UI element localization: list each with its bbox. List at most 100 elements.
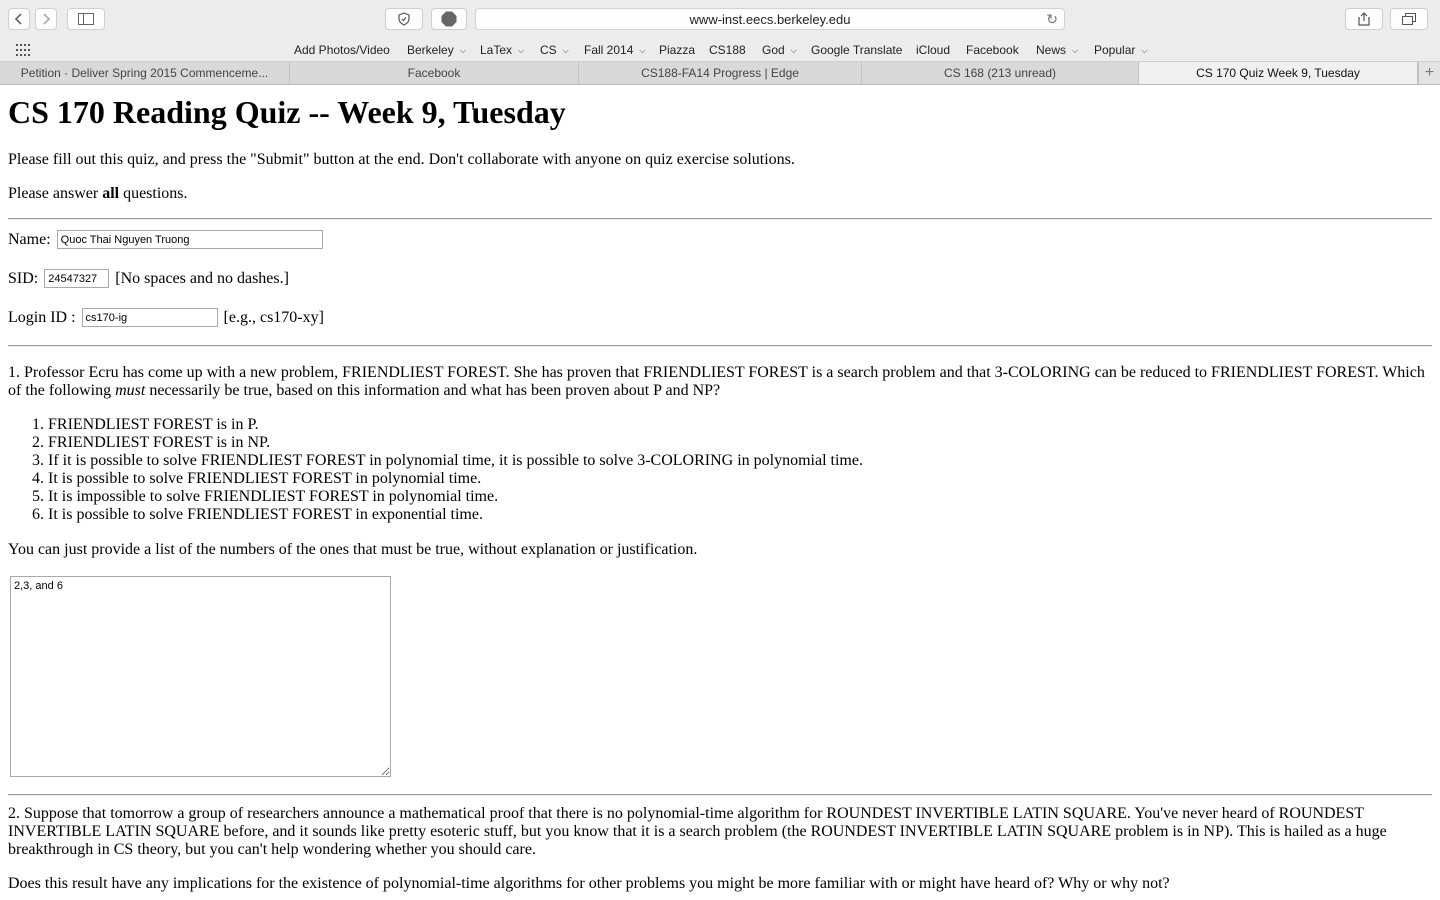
login-row: Login ID : [e.g., cs170-xy] — [8, 308, 324, 327]
browser-toolbar: www-inst.eecs.berkeley.edu ↻ — [0, 0, 1440, 38]
chevron-right-icon — [43, 13, 51, 25]
login-hint: [e.g., cs170-xy] — [223, 308, 324, 326]
tab-bar: Petition · Deliver Spring 2015 Commencem… — [0, 62, 1440, 85]
sid-hint: [No spaces and no dashes.] — [115, 269, 289, 287]
q1-emphasis: must — [115, 382, 146, 399]
back-button[interactable] — [8, 8, 30, 30]
login-label: Login ID : — [8, 308, 76, 326]
bookmark-cs188[interactable]: CS188 — [709, 43, 746, 57]
intro-text: Please fill out this quiz, and press the… — [8, 151, 795, 168]
bookmark-label: Berkeley — [407, 43, 454, 57]
tab-cs168-piazza[interactable]: CS 168 (213 unread) — [862, 62, 1139, 84]
chevron-down-icon: ⌵ — [459, 46, 466, 55]
chevron-down-icon: ⌵ — [1141, 46, 1148, 55]
bookmark-label: CS188 — [709, 43, 746, 57]
url-text: www-inst.eecs.berkeley.edu — [689, 11, 851, 27]
q1-post: necessarily be true, based on this infor… — [145, 382, 721, 399]
list-item: It is possible to solve FRIENDLIEST FORE… — [48, 470, 863, 488]
list-item: It is impossible to solve FRIENDLIEST FO… — [48, 488, 863, 506]
bookmark-label: Piazza — [659, 43, 696, 57]
bookmark-popular[interactable]: Popular ⌵ — [1094, 43, 1147, 57]
bookmarks-bar: Add Photos/Video Berkeley ⌵ LaTex ⌵ CS ⌵ Fa… — [0, 38, 1440, 62]
forward-button[interactable] — [35, 8, 57, 30]
chevron-down-icon: ⌵ — [790, 46, 797, 55]
name-label: Name: — [8, 230, 51, 248]
chevron-down-icon: ⌵ — [562, 46, 569, 55]
question-1-options: FRIENDLIEST FOREST is in P. FRIENDLIEST … — [8, 416, 863, 524]
bookmark-berkeley[interactable]: Berkeley ⌵ — [407, 43, 466, 57]
top-sites-grid-icon[interactable] — [16, 44, 30, 56]
bookmark-label: iCloud — [916, 43, 951, 57]
chevron-down-icon: ⌵ — [1072, 46, 1079, 55]
bookmark-fall-2014[interactable]: Fall 2014 ⌵ — [584, 43, 645, 57]
adblock-icon — [441, 11, 457, 27]
bookmark-latex[interactable]: LaTex ⌵ — [480, 43, 524, 57]
question-1-note: You can just provide a list of the numbe… — [8, 541, 698, 558]
tab-cs170-quiz[interactable]: CS 170 Quiz Week 9, Tuesday — [1139, 62, 1418, 84]
privacy-button[interactable] — [385, 8, 423, 30]
plus-icon: + — [1424, 64, 1435, 81]
tab-label: CS 170 Quiz Week 9, Tuesday — [1196, 66, 1360, 80]
question-2-followup: Does this result have any implications f… — [8, 875, 1170, 892]
chevron-down-icon: ⌵ — [518, 46, 525, 55]
adblock-button[interactable] — [431, 8, 467, 30]
bookmark-god[interactable]: God ⌵ — [762, 43, 797, 57]
tab-label: Facebook — [407, 66, 461, 80]
bookmark-label: Fall 2014 — [584, 43, 634, 57]
answer-all-text: Please answer all questions. — [8, 185, 188, 203]
reload-icon[interactable]: ↻ — [1046, 11, 1058, 28]
bookmark-label: CS — [540, 43, 557, 57]
bookmark-label: Google Translate — [811, 43, 903, 57]
list-item: It is possible to solve FRIENDLIEST FORE… — [48, 506, 863, 524]
bookmark-cs[interactable]: CS ⌵ — [540, 43, 569, 57]
address-bar[interactable]: www-inst.eecs.berkeley.edu ↻ — [475, 8, 1065, 30]
share-icon — [1358, 12, 1370, 26]
bookmark-label: God — [762, 43, 785, 57]
bookmark-label: Popular — [1094, 43, 1136, 57]
divider — [8, 218, 1432, 220]
question-2-text: 2. Suppose that tomorrow a group of rese… — [8, 805, 1387, 858]
shield-icon — [398, 12, 410, 26]
tab-cs188-progress[interactable]: CS188-FA14 Progress | Edge — [579, 62, 862, 84]
login-input[interactable] — [81, 308, 218, 327]
divider — [8, 345, 1432, 347]
chevron-down-icon: ⌵ — [639, 46, 646, 55]
tab-label: Petition · Deliver Spring 2015 Commencem… — [20, 66, 269, 80]
tabs-icon — [1402, 13, 1416, 25]
list-item: FRIENDLIEST FOREST is in P. — [48, 416, 863, 434]
bookmark-label: LaTex — [480, 43, 513, 57]
bookmark-news[interactable]: News ⌵ — [1036, 43, 1078, 57]
bookmark-piazza[interactable]: Piazza — [659, 43, 695, 57]
quiz-page: CS 170 Reading Quiz -- Week 9, Tuesday P… — [8, 86, 1432, 892]
tab-label: CS 168 (213 unread) — [943, 66, 1057, 80]
tabs-overview-button[interactable] — [1390, 8, 1428, 30]
answer-all-bold: all — [102, 185, 120, 202]
bookmark-google-translate[interactable]: Google Translate — [811, 43, 902, 57]
list-item: FRIENDLIEST FOREST is in NP. — [48, 434, 863, 452]
sidebar-icon — [78, 13, 94, 25]
list-item: If it is possible to solve FRIENDLIEST F… — [48, 452, 863, 470]
tab-facebook[interactable]: Facebook — [290, 62, 579, 84]
bookmark-label: News — [1036, 43, 1067, 57]
tab-label: CS188-FA14 Progress | Edge — [641, 66, 799, 80]
question-1-answer[interactable]: 2,3, and 6 — [10, 576, 391, 777]
divider — [8, 794, 1432, 796]
answer-all-pre: Please answer — [8, 185, 103, 202]
chevron-left-icon — [14, 13, 22, 25]
bookmark-label: Add Photos/Video — [294, 43, 390, 57]
sidebar-button[interactable] — [67, 8, 105, 30]
bookmark-facebook[interactable]: Facebook — [966, 43, 1019, 57]
bookmark-icloud[interactable]: iCloud — [916, 43, 950, 57]
name-row: Name: — [8, 230, 329, 249]
bookmark-add-photos[interactable]: Add Photos/Video — [294, 43, 390, 57]
question-1-text: 1. Professor Ecru has come up with a new… — [8, 364, 1432, 400]
answer-all-post: questions. — [119, 185, 188, 202]
bookmark-label: Facebook — [966, 43, 1019, 57]
page-title: CS 170 Reading Quiz -- Week 9, Tuesday — [8, 94, 566, 130]
share-button[interactable] — [1345, 8, 1383, 30]
sid-input[interactable] — [44, 269, 110, 288]
sid-label: SID: — [8, 269, 39, 287]
tab-petition[interactable]: Petition · Deliver Spring 2015 Commencem… — [0, 62, 290, 84]
name-input[interactable] — [56, 230, 323, 249]
new-tab-button[interactable]: + — [1418, 62, 1440, 84]
